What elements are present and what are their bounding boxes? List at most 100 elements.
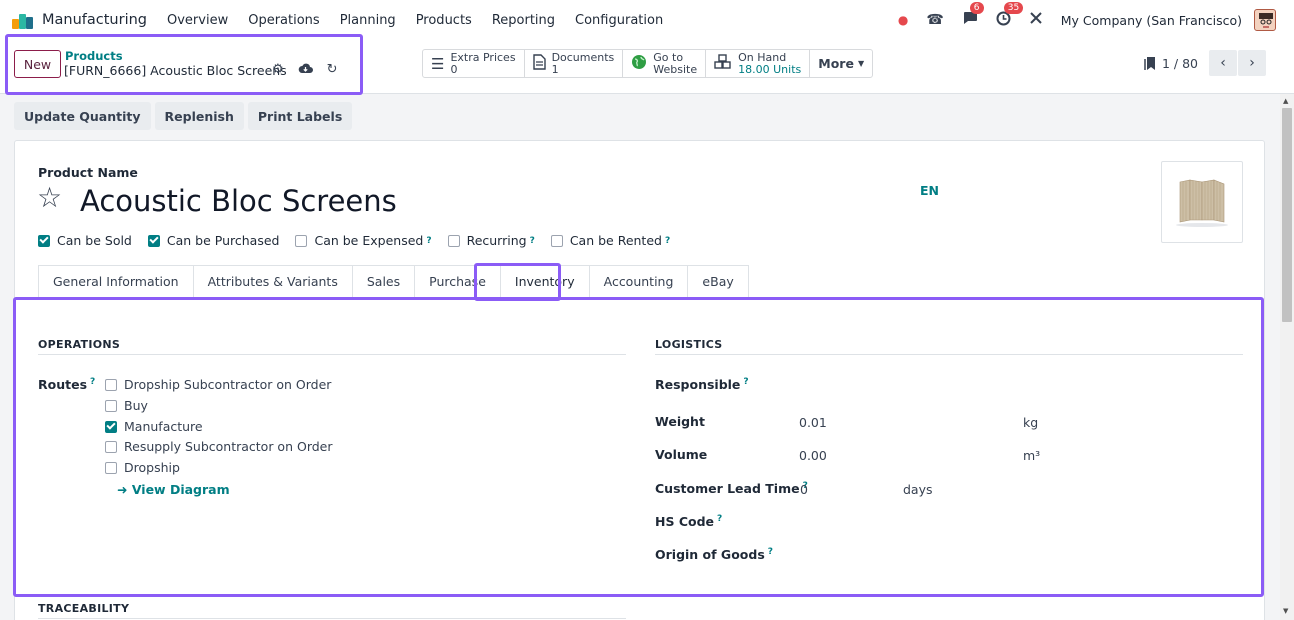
language-button[interactable]: EN: [920, 183, 939, 198]
pager-next-button[interactable]: ›: [1238, 50, 1266, 76]
update-quantity-button[interactable]: Update Quantity: [14, 102, 151, 130]
route-resupply-subcontractor[interactable]: Resupply Subcontractor on Order: [105, 439, 333, 454]
activities-clock-icon[interactable]: 35: [996, 1, 1024, 30]
user-avatar[interactable]: [1254, 9, 1276, 31]
recurring-checkbox[interactable]: Recurring?: [447, 233, 535, 248]
checkbox-box[interactable]: [550, 234, 563, 247]
pager-value[interactable]: 1 / 80: [1162, 56, 1198, 71]
tab-general-information[interactable]: General Information: [38, 265, 194, 297]
phone-icon[interactable]: ☎: [926, 12, 943, 28]
product-image[interactable]: [1161, 161, 1243, 243]
discard-undo-icon[interactable]: ↻: [327, 62, 338, 78]
menu-products[interactable]: Products: [416, 13, 472, 28]
route-manufacture[interactable]: Manufacture: [105, 419, 203, 434]
smart-buttons: ☰ Extra Prices 0 Documents 1 Go to Website …: [422, 49, 874, 78]
help-tooltip-icon[interactable]: ?: [717, 514, 722, 524]
responsible-label-text: Responsible: [655, 377, 741, 393]
scroll-up-arrow-icon[interactable]: ▲: [1283, 97, 1288, 105]
checkbox-box[interactable]: [105, 399, 117, 412]
checkbox-box[interactable]: [105, 420, 117, 433]
new-button[interactable]: New: [14, 50, 61, 78]
bookmark-icon[interactable]: [1144, 56, 1156, 75]
checkbox-box[interactable]: [105, 461, 117, 474]
can-be-rented-checkbox[interactable]: Can be Rented?: [550, 233, 670, 248]
weight-input[interactable]: 0.01: [799, 415, 827, 430]
scroll-down-arrow-icon[interactable]: ▼: [1283, 607, 1288, 615]
origin-label-text: Origin of Goods: [655, 547, 765, 563]
app-name[interactable]: Manufacturing: [42, 12, 147, 28]
help-tooltip-icon[interactable]: ?: [768, 547, 773, 557]
can-be-purchased-checkbox[interactable]: Can be Purchased: [147, 233, 280, 248]
route-buy[interactable]: Buy: [105, 398, 148, 413]
extra-prices-button[interactable]: ☰ Extra Prices 0: [423, 50, 525, 77]
form-sheet: Product Name ☆ Acoustic Bloc Screens EN …: [13, 140, 1265, 620]
volume-input[interactable]: 0.00: [799, 448, 827, 463]
favorite-star-icon[interactable]: ☆: [37, 183, 62, 213]
breadcrumb-products[interactable]: Products: [65, 49, 123, 63]
menu-configuration[interactable]: Configuration: [575, 13, 663, 28]
file-icon: [532, 53, 546, 74]
tab-ebay[interactable]: eBay: [687, 265, 749, 297]
checkbox-box[interactable]: [105, 378, 117, 391]
hs-code-label-text: HS Code: [655, 514, 715, 530]
more-button[interactable]: More ▼: [810, 50, 872, 77]
recording-dot-icon[interactable]: ●: [898, 13, 908, 27]
view-diagram-link[interactable]: ➜ View Diagram: [117, 482, 230, 497]
scrollbar-thumb[interactable]: [1282, 108, 1292, 322]
help-tooltip-icon[interactable]: ?: [743, 377, 748, 387]
product-name-field[interactable]: Acoustic Bloc Screens: [80, 183, 397, 219]
view-diagram-text: View Diagram: [131, 482, 230, 497]
cloud-save-icon[interactable]: [298, 62, 313, 78]
gear-icon[interactable]: ⚙: [272, 62, 284, 78]
tab-inventory[interactable]: Inventory: [499, 265, 590, 297]
menu-reporting[interactable]: Reporting: [492, 13, 555, 28]
checkbox-box[interactable]: [447, 234, 460, 247]
replenish-button[interactable]: Replenish: [154, 102, 244, 130]
smart-value: Website: [653, 62, 698, 76]
go-to-website-button[interactable]: Go to Website: [623, 50, 707, 77]
route-label: Dropship Subcontractor on Order: [124, 377, 332, 392]
print-labels-button[interactable]: Print Labels: [247, 102, 353, 130]
globe-icon: [631, 54, 647, 74]
section-divider: [38, 354, 626, 355]
route-label: Buy: [124, 398, 148, 413]
caret-down-icon: ▼: [857, 59, 865, 68]
help-tooltip-icon[interactable]: ?: [90, 377, 95, 387]
menu-operations[interactable]: Operations: [248, 13, 319, 28]
help-tooltip-icon[interactable]: ?: [530, 236, 535, 246]
can-be-expensed-checkbox[interactable]: Can be Expensed?: [295, 233, 432, 248]
tab-attributes-variants[interactable]: Attributes & Variants: [192, 265, 353, 297]
tab-sales[interactable]: Sales: [351, 265, 416, 297]
help-tooltip-icon[interactable]: ?: [426, 236, 431, 246]
tools-icon[interactable]: [1029, 11, 1043, 29]
tab-purchase[interactable]: Purchase: [414, 265, 501, 297]
checkbox-box[interactable]: [38, 234, 50, 247]
messages-icon[interactable]: 6: [962, 2, 984, 29]
notebook-tabs: General Information Attributes & Variant…: [38, 265, 749, 298]
smart-value: 1: [551, 62, 559, 76]
menu-planning[interactable]: Planning: [340, 13, 396, 28]
route-dropship-subcontractor[interactable]: Dropship Subcontractor on Order: [105, 377, 331, 392]
volume-unit: m³: [1023, 448, 1041, 463]
page-scrollbar[interactable]: ▲ ▼: [1280, 94, 1294, 620]
weight-label: Weight: [655, 414, 705, 429]
manufacturing-app-icon[interactable]: [12, 11, 34, 29]
checkbox-box[interactable]: [105, 440, 117, 453]
on-hand-button[interactable]: On Hand 18.00 Units: [706, 50, 811, 77]
smart-value: 0: [450, 62, 458, 76]
tab-accounting[interactable]: Accounting: [588, 265, 689, 297]
customer-lead-time-input[interactable]: 0: [800, 482, 808, 497]
can-be-sold-checkbox[interactable]: Can be Sold: [38, 233, 132, 248]
checkbox-label: Can be Rented: [569, 233, 662, 248]
checkbox-label: Recurring: [466, 233, 527, 248]
help-tooltip-icon[interactable]: ?: [665, 236, 670, 246]
pager-previous-button[interactable]: ‹: [1209, 50, 1237, 76]
checkbox-box[interactable]: [147, 234, 160, 247]
logistics-section-title: LOGISTICS: [655, 338, 723, 351]
checkbox-box[interactable]: [295, 234, 308, 247]
menu-overview[interactable]: Overview: [167, 13, 228, 28]
route-dropship[interactable]: Dropship: [105, 460, 180, 475]
company-switcher[interactable]: My Company (San Francisco): [1061, 13, 1242, 28]
checkbox-label: Can be Purchased: [166, 233, 280, 248]
documents-button[interactable]: Documents 1: [525, 50, 624, 77]
